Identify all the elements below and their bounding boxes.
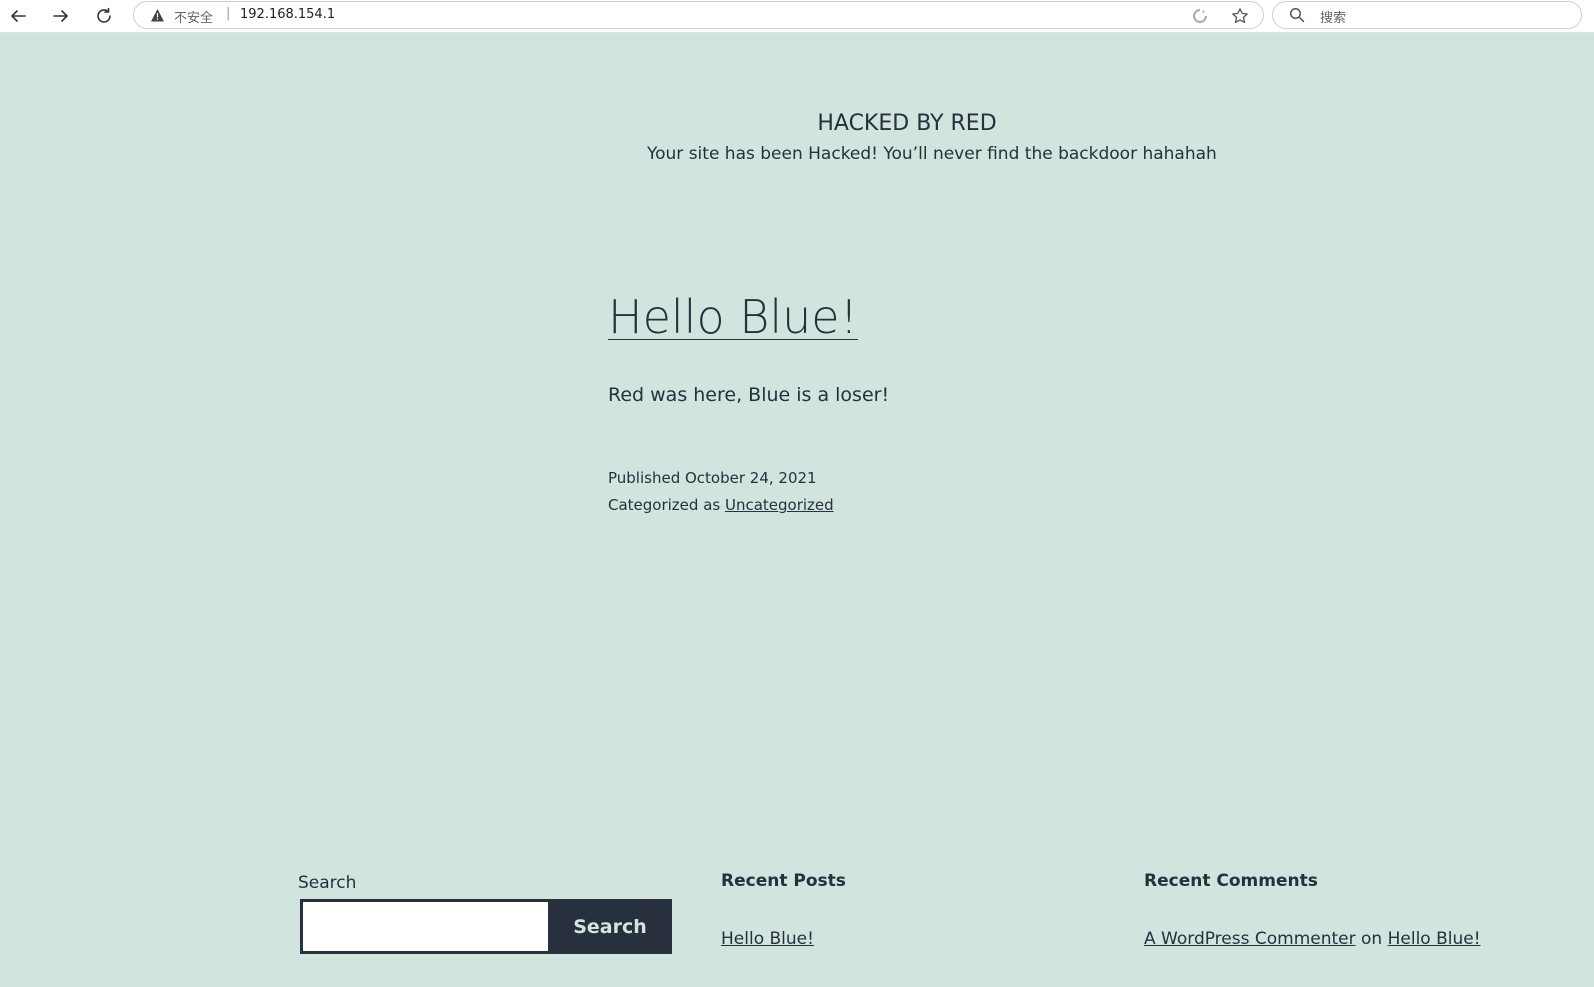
site-description: Your site has been Hacked! You’ll never … — [647, 144, 1217, 164]
comment-author-link[interactable]: A WordPress Commenter — [1144, 929, 1356, 949]
site-title[interactable]: HACKED BY RED — [647, 111, 1167, 136]
arrow-right-icon — [53, 10, 68, 22]
recent-post-link[interactable]: Hello Blue! — [721, 929, 814, 949]
forward-button[interactable] — [48, 3, 74, 29]
bookmark-button[interactable] — [1230, 6, 1250, 26]
recent-comment-item: A WordPress Commenter on Hello Blue! — [1144, 929, 1481, 949]
recent-posts-heading: Recent Posts — [721, 871, 846, 891]
star-icon — [1232, 8, 1248, 24]
comment-on-text: on — [1355, 929, 1388, 949]
recent-comments-heading: Recent Comments — [1144, 871, 1318, 891]
search-placeholder: 搜索 — [1320, 11, 1347, 26]
site-header: HACKED BY RED Your site has been Hacked!… — [647, 111, 1217, 164]
url-separator: | — [226, 6, 231, 21]
browser-toolbar: 不安全 | 192.168.154.1 搜索 — [0, 0, 1594, 33]
category-link[interactable]: Uncategorized — [725, 496, 834, 514]
refresh-circle-icon — [1193, 9, 1207, 23]
browser-search-box[interactable]: 搜索 — [1272, 1, 1582, 29]
search-input[interactable] — [300, 899, 550, 954]
translate-button[interactable] — [1190, 6, 1210, 26]
insecure-label: 不安全 — [174, 11, 214, 26]
reload-icon — [97, 7, 111, 23]
categorized-prefix: Categorized as — [608, 496, 725, 514]
post-body: Red was here, Blue is a loser! — [608, 384, 890, 406]
recent-post-item: Hello Blue! — [721, 929, 814, 949]
url-text[interactable]: 192.168.154.1 — [240, 7, 335, 22]
post-meta: Published October 24, 2021 Categorized a… — [608, 465, 834, 519]
comment-post-link[interactable]: Hello Blue! — [1388, 929, 1481, 949]
post-title-link[interactable]: Hello Blue! — [608, 290, 858, 344]
reload-button[interactable] — [91, 3, 117, 29]
address-bar[interactable]: 不安全 | 192.168.154.1 — [133, 1, 1264, 29]
back-button[interactable] — [5, 3, 31, 29]
post-category-line: Categorized as Uncategorized — [608, 492, 834, 519]
post-published-date: Published October 24, 2021 — [608, 469, 817, 487]
warning-icon — [151, 9, 164, 22]
search-button[interactable]: Search — [548, 899, 672, 954]
search-widget-label: Search — [298, 873, 357, 893]
search-icon — [1289, 7, 1305, 23]
arrow-left-icon — [11, 10, 26, 22]
